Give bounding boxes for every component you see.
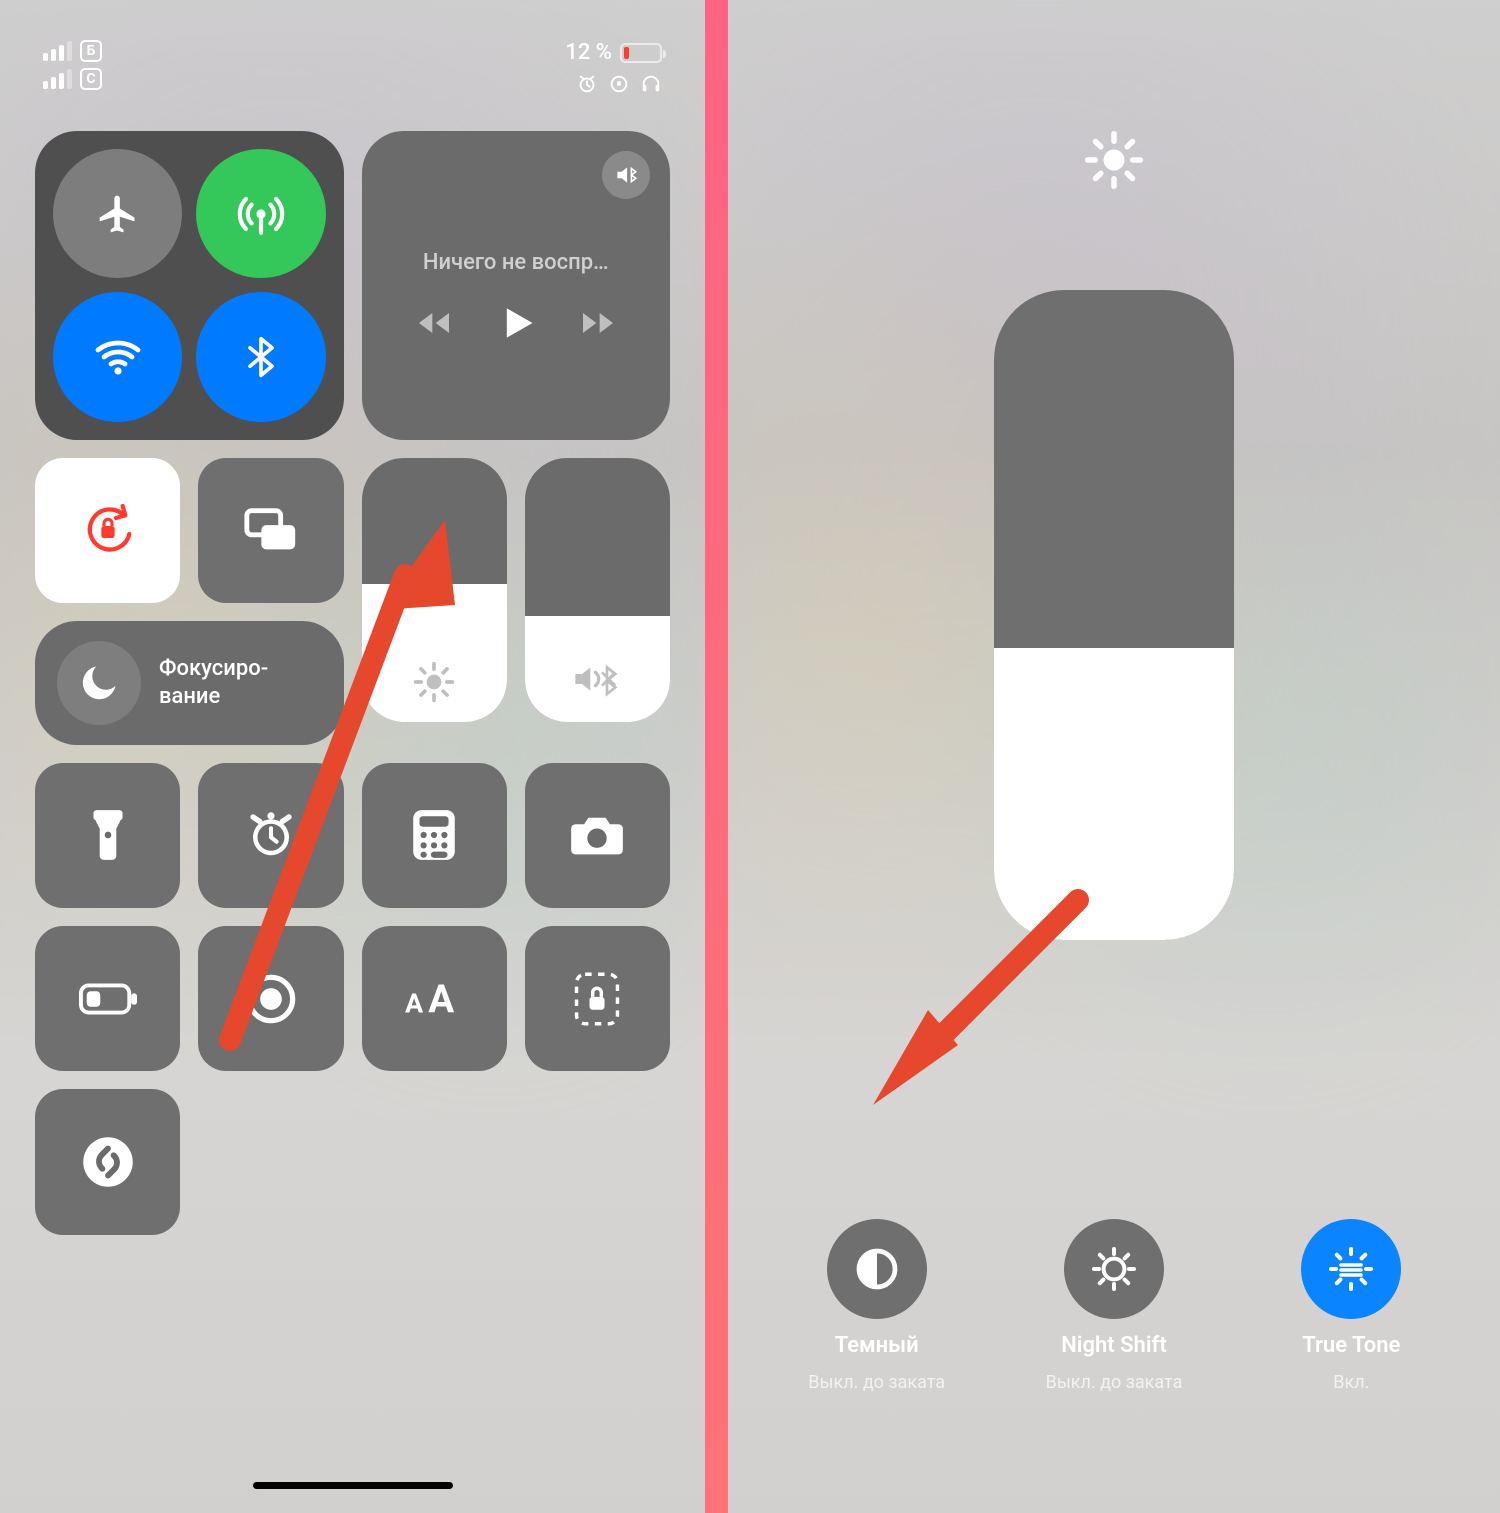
low-power-button[interactable] <box>35 926 180 1071</box>
airplay-audio-button[interactable] <box>602 151 650 199</box>
screen-mirroring-icon <box>242 501 300 559</box>
airplane-mode-button[interactable] <box>53 149 182 278</box>
screenshot-left-control-center: Б С 12 % <box>0 0 705 1513</box>
focus-button[interactable]: Фокусиро­вание <box>35 621 344 745</box>
speaker-bluetooth-icon <box>613 162 639 188</box>
brightness-header-icon <box>1084 130 1144 190</box>
night-shift-option[interactable]: Night Shift Выкл. до заката <box>1014 1219 1214 1393</box>
svg-text:A: A <box>405 987 424 1019</box>
camera-icon <box>569 811 625 859</box>
night-shift-icon <box>1090 1245 1138 1293</box>
media-next-button[interactable] <box>578 303 618 343</box>
brightness-icon <box>412 660 456 704</box>
sim2-badge: С <box>80 68 102 90</box>
sim1-signal: Б <box>43 40 102 62</box>
screen-mirroring-button[interactable] <box>198 458 343 603</box>
shazam-button[interactable] <box>35 1089 180 1234</box>
connectivity-module <box>35 131 344 440</box>
calculator-button[interactable] <box>362 763 507 908</box>
orientation-lock-icon <box>80 502 136 558</box>
sim2-signal: С <box>43 68 102 90</box>
sim1-badge: Б <box>80 40 102 62</box>
wifi-icon <box>94 333 142 381</box>
cellular-data-button[interactable] <box>196 149 325 278</box>
low-power-icon <box>79 982 137 1016</box>
flashlight-icon <box>86 808 130 862</box>
true-tone-icon <box>1327 1245 1375 1293</box>
cellular-antenna-icon <box>236 189 286 239</box>
battery-icon <box>620 43 662 63</box>
record-icon <box>245 973 297 1025</box>
screen-record-button[interactable] <box>198 926 343 1071</box>
dark-mode-subtitle: Выкл. до заката <box>808 1372 945 1393</box>
bluetooth-button[interactable] <box>196 292 325 421</box>
headphones-icon <box>640 73 662 95</box>
shazam-icon <box>81 1135 135 1189</box>
camera-button[interactable] <box>525 763 670 908</box>
text-size-icon: A A <box>405 977 463 1021</box>
volume-bluetooth-icon <box>572 654 622 704</box>
moon-icon <box>77 661 121 705</box>
status-bar: Б С 12 % <box>35 30 670 95</box>
true-tone-subtitle: Вкл. <box>1333 1372 1369 1393</box>
brightness-slider[interactable] <box>362 458 507 722</box>
home-indicator[interactable] <box>253 1482 453 1489</box>
calculator-icon <box>410 808 458 862</box>
timer-button[interactable] <box>198 763 343 908</box>
expanded-brightness-slider[interactable] <box>994 290 1234 940</box>
dark-mode-title: Темный <box>835 1333 919 1358</box>
media-prev-button[interactable] <box>414 303 454 343</box>
guided-access-icon <box>573 971 621 1027</box>
guided-access-button[interactable] <box>525 926 670 1071</box>
alarm-icon <box>576 73 598 95</box>
text-size-button[interactable]: A A <box>362 926 507 1071</box>
dark-mode-icon <box>853 1245 901 1293</box>
bluetooth-icon <box>239 335 283 379</box>
flashlight-button[interactable] <box>35 763 180 908</box>
true-tone-title: True Tone <box>1302 1333 1400 1358</box>
screenshot-right-brightness-expanded: Темный Выкл. до заката Night Shift Выкл.… <box>728 0 1500 1513</box>
night-shift-subtitle: Выкл. до заката <box>1046 1372 1183 1393</box>
alarm-clock-icon <box>244 808 298 862</box>
battery-percent-label: 12 % <box>565 40 612 65</box>
media-play-button[interactable] <box>494 301 538 345</box>
svg-text:A: A <box>428 977 454 1020</box>
status-indicator-icons <box>576 73 662 95</box>
wifi-button[interactable] <box>53 292 182 421</box>
volume-slider[interactable] <box>525 458 670 722</box>
now-playing-label: Ничего не воспр… <box>423 250 609 275</box>
airplane-icon <box>96 192 140 236</box>
true-tone-option[interactable]: True Tone Вкл. <box>1251 1219 1451 1393</box>
orientation-lock-button[interactable] <box>35 458 180 603</box>
night-shift-title: Night Shift <box>1061 1333 1167 1358</box>
dark-mode-option[interactable]: Темный Выкл. до заката <box>777 1219 977 1393</box>
media-module[interactable]: Ничего не воспр… <box>362 131 671 440</box>
focus-label: Фокусиро­вание <box>159 655 322 710</box>
orientation-lock-status-icon <box>608 73 630 95</box>
